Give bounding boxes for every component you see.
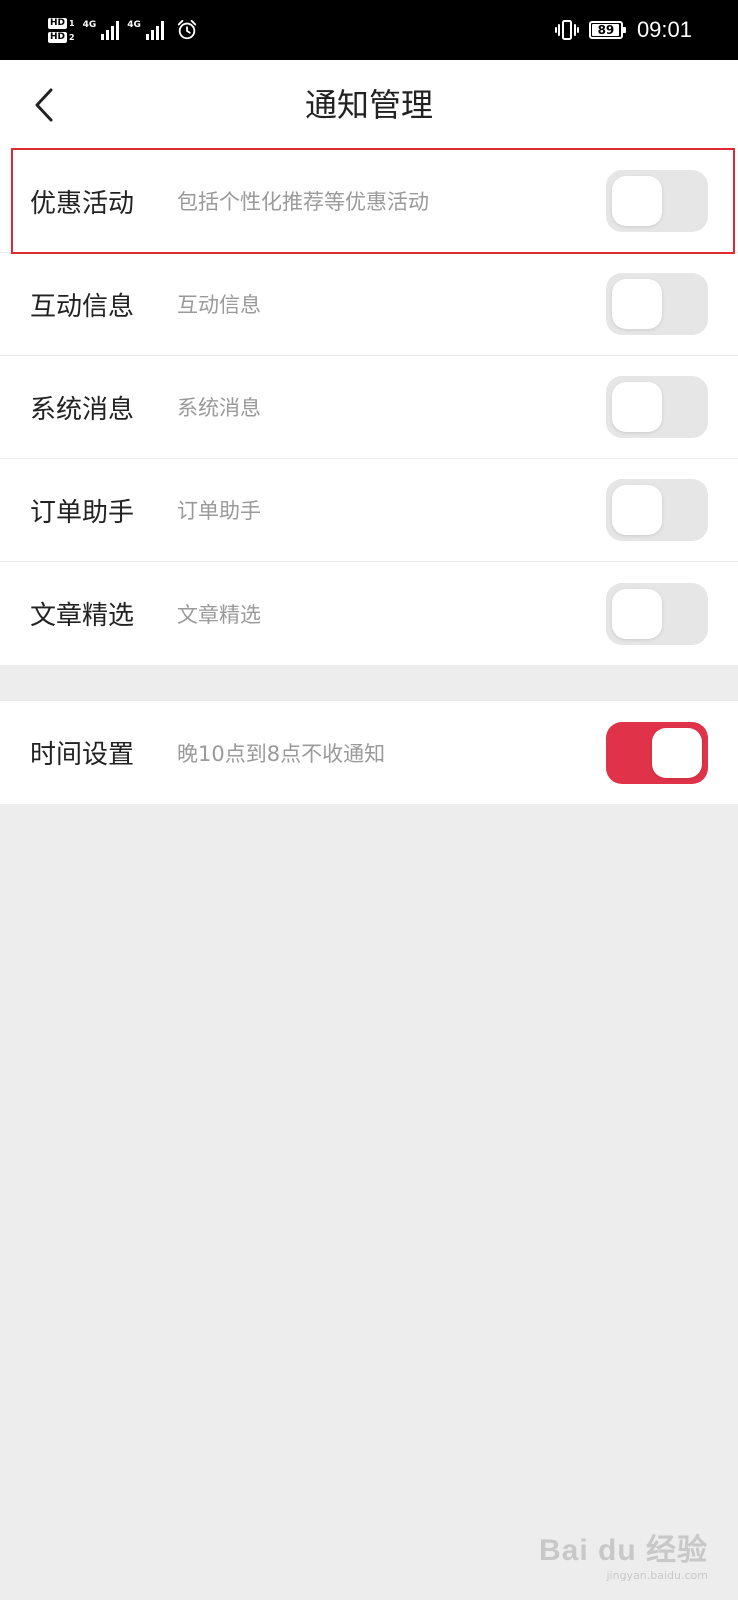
notification-row-promotions: 优惠活动 包括个性化推荐等优惠活动 — [0, 150, 738, 253]
toggle-knob — [612, 382, 662, 432]
promotions-toggle[interactable] — [606, 170, 708, 232]
watermark-url: jingyan.baidu.com — [606, 1569, 708, 1582]
notification-row-interactions: 互动信息 互动信息 — [0, 253, 738, 356]
signal-bars-icon — [101, 20, 120, 40]
notification-list: 优惠活动 包括个性化推荐等优惠活动 互动信息 互动信息 系统消息 系统消息 订单… — [0, 150, 738, 665]
row-title: 系统消息 — [30, 394, 135, 425]
signal-1: 4G — [83, 20, 120, 40]
row-description: 晚10点到8点不收通知 — [177, 741, 386, 766]
interactions-toggle[interactable] — [606, 273, 708, 335]
toggle-knob — [612, 485, 662, 535]
sim-indicators: HD 1 HD 2 — [48, 17, 75, 43]
row-title: 互动信息 — [30, 291, 135, 322]
vibrate-icon — [554, 20, 579, 40]
status-clock: 09:01 — [636, 17, 692, 42]
toggle-knob — [612, 176, 662, 226]
sim2-hd-label: HD — [48, 31, 68, 43]
sim1-hd-label: HD — [48, 17, 68, 29]
status-bar-left: HD 1 HD 2 4G 4G — [48, 10, 198, 50]
row-description: 系统消息 — [177, 396, 261, 420]
signal-2: 4G — [127, 20, 164, 40]
toggle-knob — [652, 727, 702, 778]
network-2-label: 4G — [127, 20, 141, 30]
row-title: 订单助手 — [30, 497, 135, 528]
baidu-jingyan-watermark: Bai du 经验 jingyan.baidu.com — [539, 1525, 708, 1582]
sim2-slot: 2 — [69, 32, 75, 42]
row-title: 优惠活动 — [30, 188, 135, 219]
status-bar-right: 89 09:01 — [554, 10, 692, 50]
row-title: 时间设置 — [30, 740, 135, 770]
toggle-knob — [612, 279, 662, 329]
notification-row-articles: 文章精选 文章精选 — [0, 562, 738, 665]
time-setting-section: 时间设置 晚10点到8点不收通知 — [0, 701, 738, 804]
row-description: 包括个性化推荐等优惠活动 — [177, 190, 429, 214]
alarm-icon — [177, 19, 197, 40]
order-assistant-toggle[interactable] — [606, 479, 708, 541]
row-title: 文章精选 — [30, 601, 135, 631]
system-messages-toggle[interactable] — [606, 376, 708, 438]
page-title: 通知管理 — [304, 86, 433, 124]
status-bar: HD 1 HD 2 4G 4G 89 09:01 — [0, 0, 738, 60]
sim2-hd-badge: HD 2 — [48, 31, 75, 43]
network-1-label: 4G — [82, 20, 97, 30]
notification-row-system: 系统消息 系统消息 — [0, 356, 738, 459]
sim1-hd-badge: HD 1 — [48, 17, 75, 29]
battery-icon: 89 — [588, 21, 626, 39]
battery-level: 89 — [597, 23, 615, 37]
sim1-slot: 1 — [69, 18, 75, 28]
row-description: 订单助手 — [177, 499, 261, 523]
toggle-knob — [612, 588, 662, 639]
row-description: 互动信息 — [177, 293, 261, 317]
time-setting-toggle[interactable] — [606, 721, 708, 784]
row-description: 文章精选 — [177, 602, 261, 627]
time-setting-row: 时间设置 晚10点到8点不收通知 — [0, 701, 738, 804]
signal-bars-icon — [145, 20, 164, 40]
notification-row-orders: 订单助手 订单助手 — [0, 459, 738, 562]
articles-toggle[interactable] — [606, 582, 708, 645]
watermark-logo: Bai du 经验 — [538, 1534, 708, 1567]
navigation-header: 通知管理 — [0, 60, 738, 150]
